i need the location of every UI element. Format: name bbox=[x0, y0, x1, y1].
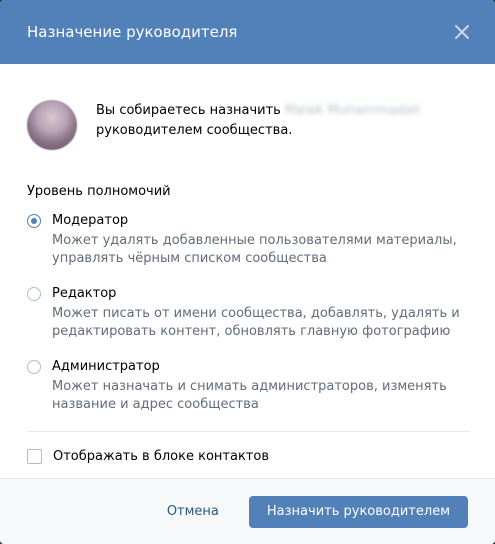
option-description: Может писать от имени сообщества, добавл… bbox=[52, 306, 460, 339]
avatar bbox=[27, 100, 77, 150]
intro-prefix: Вы собираетесь назначить bbox=[96, 103, 281, 118]
contacts-checkbox-label[interactable]: Отображать в блоке контактов bbox=[53, 449, 269, 464]
option-description: Может назначать и снимать администраторо… bbox=[52, 379, 447, 412]
option-description: Может удалять добавленные пользователями… bbox=[52, 233, 457, 266]
intro-suffix: руководителем сообщества. bbox=[96, 123, 293, 138]
contacts-checkbox-row[interactable]: Отображать в блоке контактов bbox=[27, 449, 470, 464]
assign-manager-button[interactable]: Назначить руководителем bbox=[248, 495, 468, 528]
dialog-footer: Отмена Назначить руководителем bbox=[0, 478, 495, 544]
dialog-title: Назначение руководителя bbox=[27, 23, 238, 41]
cancel-button[interactable]: Отмена bbox=[167, 504, 219, 519]
option-text: Администратор Может назначать и снимать … bbox=[52, 358, 472, 414]
option-editor[interactable]: Редактор Может писать от имени сообществ… bbox=[27, 285, 470, 341]
divider bbox=[27, 431, 470, 432]
permissions-label: Уровень полномочий bbox=[27, 184, 171, 199]
option-moderator[interactable]: Модератор Может удалять добавленные поль… bbox=[27, 212, 470, 268]
intro-text: Вы собираетесь назначить Malak Muhammada… bbox=[96, 101, 426, 141]
contacts-checkbox[interactable] bbox=[27, 449, 42, 464]
radio-administrator[interactable] bbox=[27, 360, 41, 374]
option-title[interactable]: Модератор bbox=[52, 212, 472, 230]
close-icon[interactable] bbox=[453, 23, 471, 41]
assign-manager-dialog: Назначение руководителя Вы собираетесь н… bbox=[0, 0, 495, 544]
radio-editor[interactable] bbox=[27, 287, 41, 301]
dialog-body: Вы собираетесь назначить Malak Muhammada… bbox=[0, 64, 495, 464]
option-title[interactable]: Редактор bbox=[52, 285, 472, 303]
option-administrator[interactable]: Администратор Может назначать и снимать … bbox=[27, 358, 470, 414]
option-text: Редактор Может писать от имени сообществ… bbox=[52, 285, 472, 341]
dialog-header: Назначение руководителя bbox=[0, 0, 495, 64]
intro-block: Вы собираетесь назначить Malak Muhammada… bbox=[27, 94, 470, 150]
permission-options: Модератор Может удалять добавленные поль… bbox=[27, 212, 470, 414]
option-title[interactable]: Администратор bbox=[52, 358, 472, 376]
user-name[interactable]: Malak Muhammadali bbox=[285, 103, 420, 118]
option-text: Модератор Может удалять добавленные поль… bbox=[52, 212, 472, 268]
radio-moderator[interactable] bbox=[27, 214, 41, 228]
